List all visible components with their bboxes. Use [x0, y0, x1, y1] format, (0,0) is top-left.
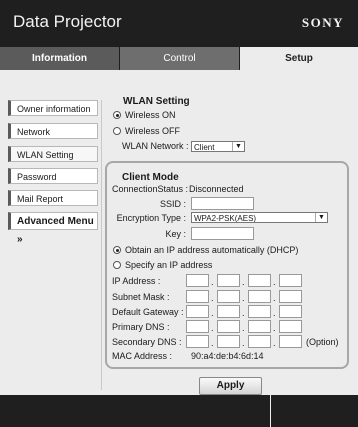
footer-bar [0, 395, 358, 427]
primary-dns-octet-3[interactable] [248, 320, 271, 333]
primary-dns-octet-4[interactable] [279, 320, 302, 333]
octet-separator: . [273, 293, 276, 303]
secondary-dns-option-note: (Option) [306, 337, 339, 347]
default-gateway-octet-4[interactable] [279, 305, 302, 318]
octet-separator: . [242, 308, 245, 318]
default-gateway-octet-2[interactable] [217, 305, 240, 318]
ip-address-octet-1[interactable] [186, 274, 209, 287]
ssid-label: SSID : [159, 199, 186, 209]
ip-address-octet-4[interactable] [279, 274, 302, 287]
default-gateway-label: Default Gateway : [112, 307, 184, 317]
key-input[interactable] [191, 227, 254, 240]
octet-separator: . [273, 277, 276, 287]
secondary-dns-octet-3[interactable] [248, 335, 271, 348]
ip-address-octet-3[interactable] [248, 274, 271, 287]
secondary-dns-octet-1[interactable] [186, 335, 209, 348]
octet-separator: . [242, 293, 245, 303]
wireless-on-radio[interactable] [113, 111, 121, 119]
encryption-type-value: WPA2-PSK(AES) [194, 214, 257, 223]
ip-address-octet-2[interactable] [217, 274, 240, 287]
wireless-off-label: Wireless OFF [125, 126, 180, 136]
octet-separator: . [273, 308, 276, 318]
wireless-off-radio[interactable] [113, 127, 121, 135]
sidebar-item-password[interactable]: Password [8, 168, 98, 184]
encryption-type-select[interactable]: WPA2-PSK(AES) ▼ [191, 212, 328, 223]
wlan-setting-title: WLAN Setting [123, 96, 190, 107]
callout-line [270, 392, 271, 427]
sidebar-item-network[interactable]: Network [8, 123, 98, 139]
octet-separator: . [242, 323, 245, 333]
apply-button[interactable]: Apply [199, 377, 262, 395]
chevron-down-icon: ▼ [315, 213, 327, 222]
connection-status-label: ConnectionStatus : [112, 184, 189, 194]
sidebar-item-mail-report[interactable]: Mail Report [8, 190, 98, 206]
octet-separator: . [273, 323, 276, 333]
octet-separator: . [211, 323, 214, 333]
octet-separator: . [242, 338, 245, 348]
static-ip-radio[interactable] [113, 261, 121, 269]
encryption-type-label: Encryption Type : [116, 213, 186, 223]
subnet-mask-label: Subnet Mask : [112, 292, 170, 302]
client-mode-title: Client Mode [122, 172, 179, 183]
default-gateway-octet-3[interactable] [248, 305, 271, 318]
subnet-mask-octet-3[interactable] [248, 290, 271, 303]
primary-dns-label: Primary DNS : [112, 322, 170, 332]
sidebar-item-owner-information[interactable]: Owner information [8, 100, 98, 116]
brand-logo: SONY [301, 15, 344, 30]
ip-address-label: IP Address : [112, 276, 161, 286]
subnet-mask-octet-1[interactable] [186, 290, 209, 303]
primary-dns-octet-1[interactable] [186, 320, 209, 333]
secondary-dns-label: Secondary DNS : [112, 337, 182, 347]
octet-separator: . [211, 293, 214, 303]
mac-address-value: 90:a4:de:b4:6d:14 [191, 351, 264, 361]
chevron-down-icon: ▼ [232, 142, 244, 151]
app-title: Data Projector [13, 12, 122, 31]
secondary-dns-octet-4[interactable] [279, 335, 302, 348]
subnet-mask-octet-4[interactable] [279, 290, 302, 303]
tab-setup[interactable]: Setup [240, 47, 358, 70]
tab-information[interactable]: Information [0, 47, 119, 70]
dhcp-radio[interactable] [113, 246, 121, 254]
wireless-on-label: Wireless ON [125, 110, 176, 120]
octet-separator: . [211, 277, 214, 287]
default-gateway-octet-1[interactable] [186, 305, 209, 318]
wlan-network-select[interactable]: Client ▼ [191, 141, 245, 152]
mac-address-label: MAC Address : [112, 351, 173, 361]
static-ip-label: Specify an IP address [125, 260, 213, 270]
connection-status-value: Disconnected [189, 184, 244, 194]
octet-separator: . [242, 277, 245, 287]
sidebar-item-advanced-menu[interactable]: Advanced Menu » [8, 212, 98, 245]
tab-control[interactable]: Control [120, 47, 239, 70]
dhcp-label: Obtain an IP address automatically (DHCP… [125, 245, 299, 255]
tab-bar: Information Control Setup [0, 47, 358, 70]
primary-dns-octet-2[interactable] [217, 320, 240, 333]
octet-separator: . [211, 308, 214, 318]
octet-separator: . [273, 338, 276, 348]
sidebar-divider [101, 100, 102, 390]
octet-separator: . [211, 338, 214, 348]
wlan-network-value: Client [194, 143, 215, 152]
ssid-input[interactable] [191, 197, 254, 210]
key-label: Key : [165, 229, 186, 239]
app-header: Data Projector SONY [0, 0, 358, 47]
sidebar-item-wlan-setting[interactable]: WLAN Setting [8, 146, 98, 162]
wlan-network-label: WLAN Network : [122, 141, 189, 151]
subnet-mask-octet-2[interactable] [217, 290, 240, 303]
secondary-dns-octet-2[interactable] [217, 335, 240, 348]
